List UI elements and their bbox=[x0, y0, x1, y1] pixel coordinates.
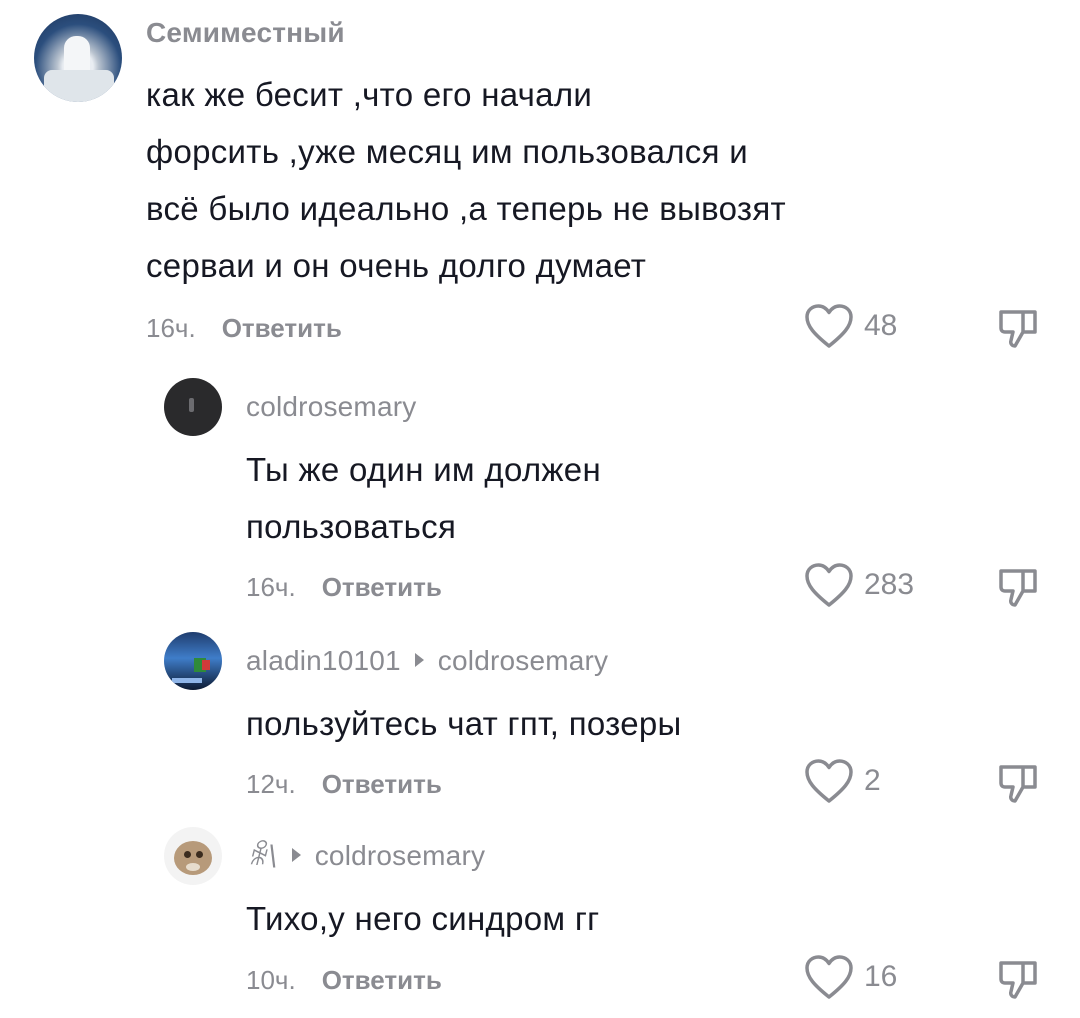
thumbs-down-icon bbox=[999, 310, 1037, 348]
comment-text-line: серваи и он очень долго думает bbox=[146, 247, 647, 284]
dislike-button[interactable] bbox=[997, 564, 1041, 613]
comment-username[interactable]: Семиместный bbox=[146, 17, 345, 49]
dislike-button[interactable] bbox=[997, 760, 1041, 809]
heart-outline-icon bbox=[805, 563, 853, 607]
reply-button[interactable]: Ответить bbox=[222, 313, 342, 343]
reply-time: 12ч. bbox=[246, 769, 296, 799]
reply-header: aladin10101 coldrosemary bbox=[246, 645, 608, 677]
like-button[interactable]: 16 bbox=[804, 954, 897, 1000]
dislike-button[interactable] bbox=[997, 305, 1041, 354]
reply-text: Ты же один им должен пользоваться bbox=[246, 441, 946, 555]
comment-time: 16ч. bbox=[146, 313, 196, 343]
triangle-right-icon bbox=[291, 848, 301, 862]
reply-meta: 12ч. Ответить bbox=[246, 769, 442, 799]
comment-meta: 16ч. Ответить bbox=[146, 313, 342, 343]
reply-username[interactable]: coldrosemary bbox=[246, 391, 416, 423]
comment-text-line: как же бесит ,что его начали bbox=[146, 76, 593, 113]
reply-to-username[interactable]: coldrosemary bbox=[315, 840, 485, 872]
like-button[interactable]: 283 bbox=[804, 562, 914, 608]
reply-text-line: Ты же один им должен bbox=[246, 451, 601, 488]
thumbs-down-icon bbox=[999, 569, 1037, 607]
reply-meta: 10ч. Ответить bbox=[246, 965, 442, 995]
heart-outline-icon bbox=[805, 304, 853, 348]
like-count: 2 bbox=[864, 764, 881, 797]
reply-text: Тихо,у него синдром гг bbox=[246, 890, 946, 947]
reply-button[interactable]: Ответить bbox=[322, 965, 442, 995]
avatar[interactable] bbox=[164, 827, 222, 885]
heart-outline-icon bbox=[805, 955, 853, 999]
reply-button[interactable]: Ответить bbox=[322, 769, 442, 799]
like-count: 283 bbox=[864, 568, 915, 601]
reply-username[interactable]: aladin10101 bbox=[246, 645, 401, 677]
reply-button[interactable]: Ответить bbox=[322, 572, 442, 602]
reply-username[interactable]: ꆜ\ bbox=[246, 840, 278, 872]
like-count: 16 bbox=[864, 960, 898, 993]
triangle-right-icon bbox=[414, 653, 424, 667]
comment-text-line: форсить ,уже месяц им пользовался и bbox=[146, 133, 748, 170]
comment-text: как же бесит ,что его начали форсить ,уж… bbox=[146, 66, 946, 294]
reply-text-line: пользуйтесь чат гпт, позеры bbox=[246, 705, 682, 742]
reply-text: пользуйтесь чат гпт, позеры bbox=[246, 695, 946, 752]
reply-header: ꆜ\ coldrosemary bbox=[246, 840, 485, 872]
reply-text-line: пользоваться bbox=[246, 508, 457, 545]
like-button[interactable]: 2 bbox=[804, 758, 881, 804]
comment-text-line: всё было идеально ,а теперь не вывозят bbox=[146, 190, 786, 227]
reply-text-line: Тихо,у него синдром гг bbox=[246, 900, 600, 937]
avatar[interactable] bbox=[164, 632, 222, 690]
reply-time: 16ч. bbox=[246, 572, 296, 602]
thumbs-down-icon bbox=[999, 765, 1037, 803]
reply-to-username[interactable]: coldrosemary bbox=[438, 645, 608, 677]
heart-outline-icon bbox=[805, 759, 853, 803]
like-button[interactable]: 48 bbox=[804, 303, 897, 349]
dislike-button[interactable] bbox=[997, 956, 1041, 1005]
avatar[interactable] bbox=[164, 378, 222, 436]
like-count: 48 bbox=[864, 309, 898, 342]
thumbs-down-icon bbox=[999, 961, 1037, 999]
reply-time: 10ч. bbox=[246, 965, 296, 995]
avatar[interactable] bbox=[34, 14, 122, 102]
reply-meta: 16ч. Ответить bbox=[246, 572, 442, 602]
